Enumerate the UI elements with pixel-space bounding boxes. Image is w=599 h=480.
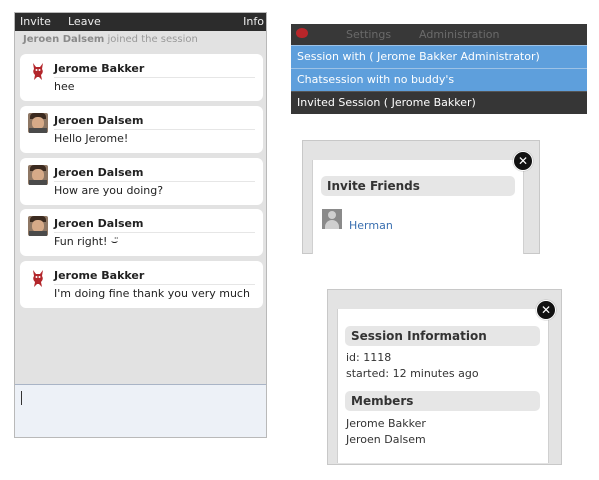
- user-photo: [28, 165, 48, 185]
- menu-header: Settings Administration: [291, 24, 587, 45]
- message-bubble: Jeroen Dalsem How are you doing?: [20, 158, 263, 205]
- message-input[interactable]: [15, 384, 266, 437]
- chat-window: Invite Leave Info Jeroen Dalsem joined t…: [14, 12, 267, 438]
- session-id: id: 1118: [346, 351, 392, 364]
- message-text: I'm doing fine thank you very much: [54, 287, 250, 300]
- app-logo-icon[interactable]: [296, 28, 308, 38]
- invite-friends-title: Invite Friends: [321, 176, 515, 196]
- session-item[interactable]: Chatsession with no buddy's: [291, 68, 587, 91]
- message-sender: Jerome Bakker: [54, 269, 255, 285]
- invite-friends-dialog: Invite Friends Herman: [312, 160, 524, 254]
- leave-button[interactable]: Leave: [68, 13, 101, 31]
- administration-menu[interactable]: Administration: [419, 24, 500, 45]
- session-info-dialog: Session Information id: 1118 started: 12…: [337, 309, 549, 463]
- user-photo: [28, 216, 48, 236]
- message-text: Hello Jerome!: [54, 132, 129, 145]
- devil-icon: [33, 63, 43, 80]
- message-sender: Jeroen Dalsem: [54, 114, 255, 130]
- message-sender: Jeroen Dalsem: [54, 217, 255, 233]
- settings-menu[interactable]: Settings: [346, 24, 391, 45]
- devil-icon: [33, 270, 43, 287]
- members-title: Members: [345, 391, 540, 411]
- message-text: How are you doing?: [54, 184, 164, 197]
- member-name: Jeroen Dalsem: [346, 433, 426, 446]
- message-text: hee: [54, 80, 75, 93]
- member-name: Jerome Bakker: [346, 417, 426, 430]
- session-info-title: Session Information: [345, 326, 540, 346]
- message-sender: Jeroen Dalsem: [54, 166, 255, 182]
- session-menu: Settings Administration Session with ( J…: [291, 24, 587, 114]
- join-notice-name: Jeroen Dalsem: [23, 34, 105, 45]
- session-item[interactable]: Session with ( Jerome Bakker Administrat…: [291, 45, 587, 68]
- message-bubble: Jeroen Dalsem Fun right! ⌣̈: [20, 209, 263, 256]
- message-bubble: Jeroen Dalsem Hello Jerome!: [20, 106, 263, 153]
- join-notice: Jeroen Dalsem joined the session: [15, 31, 266, 50]
- info-button[interactable]: Info: [243, 13, 264, 31]
- close-icon[interactable]: ✕: [536, 300, 556, 320]
- join-notice-text: joined the session: [107, 34, 198, 45]
- friend-herman[interactable]: Herman: [349, 219, 393, 232]
- user-placeholder-icon: [322, 209, 342, 229]
- message-bubble: Jerome Bakker hee: [20, 54, 263, 101]
- session-item[interactable]: Invited Session ( Jerome Bakker): [291, 91, 587, 114]
- invite-button[interactable]: Invite: [20, 13, 51, 31]
- message-text: Fun right! ⌣̈: [54, 235, 119, 248]
- message-sender: Jerome Bakker: [54, 62, 255, 78]
- user-photo: [28, 113, 48, 133]
- text-cursor: [21, 391, 22, 405]
- message-bubble: Jerome Bakker I'm doing fine thank you v…: [20, 261, 263, 308]
- close-icon[interactable]: ✕: [513, 151, 533, 171]
- chat-toolbar: Invite Leave Info: [15, 13, 266, 31]
- session-started: started: 12 minutes ago: [346, 367, 479, 380]
